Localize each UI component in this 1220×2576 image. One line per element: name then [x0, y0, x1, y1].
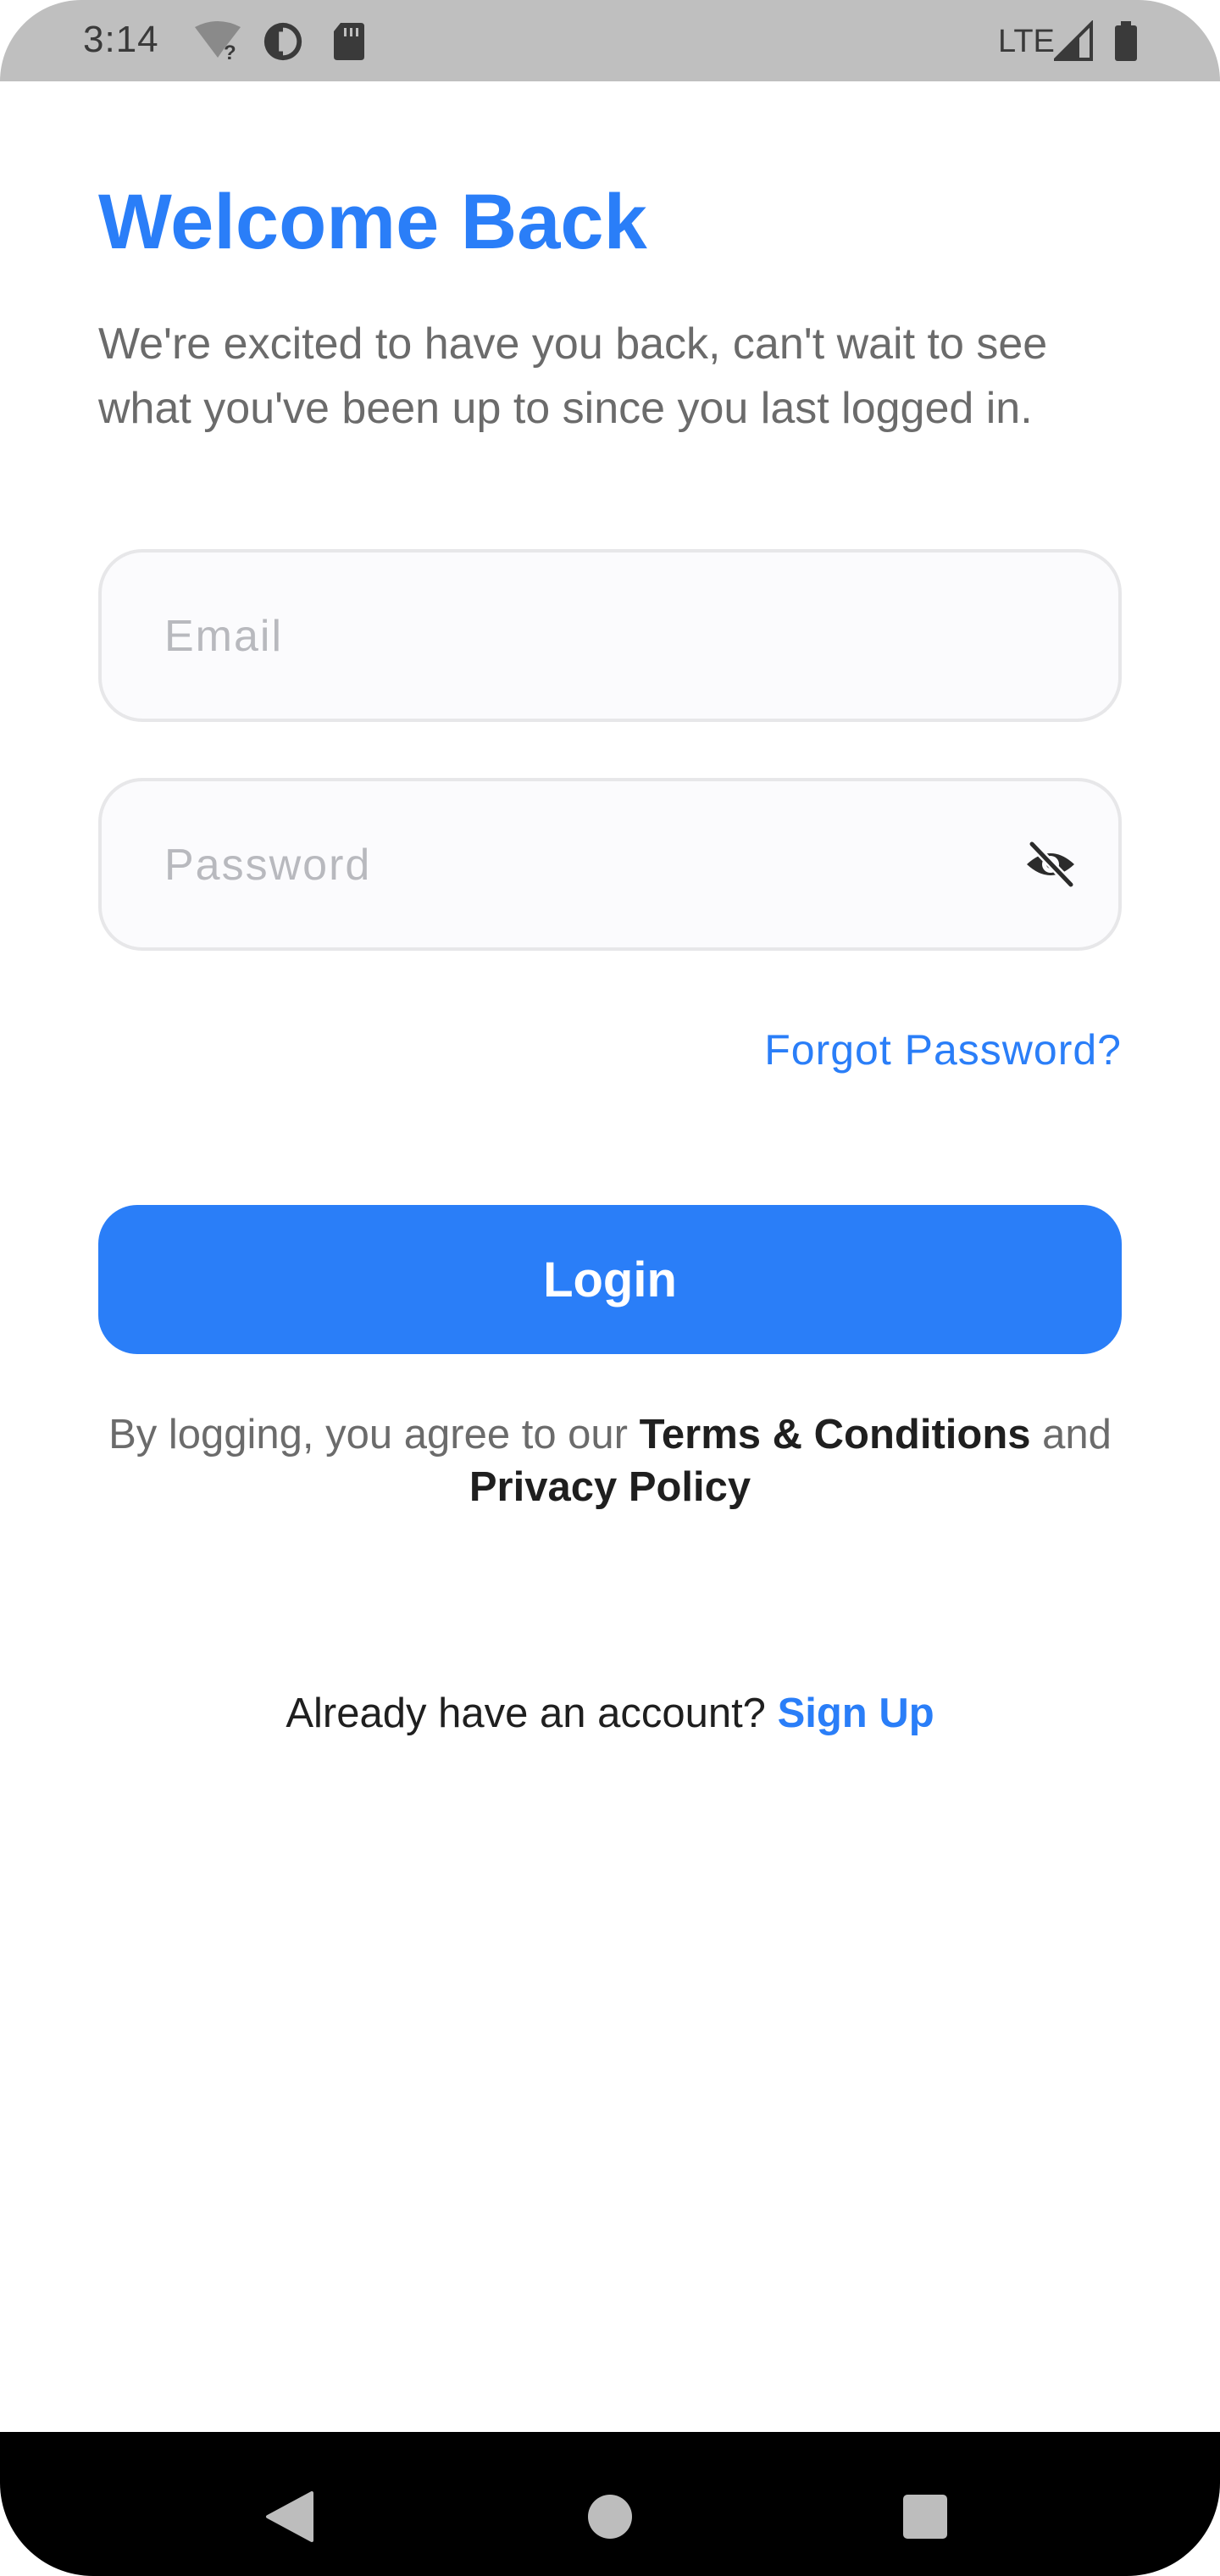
password-field-container	[98, 778, 1122, 951]
status-bar: 3:14 ? LTE	[0, 0, 1220, 81]
sign-up-link[interactable]: Sign Up	[778, 1690, 934, 1736]
page-subtitle: We're excited to have you back, can't wa…	[98, 319, 1048, 433]
status-time: 3:14	[83, 19, 159, 60]
sd-card-icon	[334, 23, 364, 60]
page-title: Welcome Back	[98, 179, 647, 265]
network-type: LTE	[998, 24, 1055, 59]
terms-conditions-link[interactable]: Terms & Conditions	[640, 1412, 1031, 1457]
login-screen: 3:14 ? LTE Welcome Back We're excited to…	[0, 0, 1220, 2576]
wifi-unknown-icon: ?	[195, 21, 241, 63]
terms-prefix: By logging, you agree to our	[108, 1412, 640, 1457]
recents-icon[interactable]	[874, 2432, 976, 2576]
privacy-policy-link[interactable]: Privacy Policy	[469, 1464, 751, 1510]
home-icon[interactable]	[559, 2432, 661, 2576]
email-field-container	[98, 549, 1122, 722]
signup-prompt: Already have an account? Sign Up	[0, 1690, 1220, 1737]
navigation-bar	[0, 2432, 1220, 2576]
password-field[interactable]	[163, 781, 1013, 949]
email-field[interactable]	[163, 552, 1013, 720]
signal-icon	[1054, 20, 1093, 61]
svg-text:?: ?	[224, 42, 236, 63]
terms-notice: By logging, you agree to our Terms & Con…	[0, 1408, 1220, 1513]
visibility-off-icon[interactable]	[1023, 839, 1078, 890]
terms-and: and	[1030, 1412, 1112, 1457]
login-button[interactable]: Login	[98, 1205, 1122, 1354]
forgot-password-link[interactable]: Forgot Password?	[764, 1025, 1122, 1074]
data-saver-icon	[263, 22, 302, 61]
battery-icon	[1115, 21, 1137, 61]
signup-prompt-text: Already have an account?	[286, 1690, 778, 1736]
back-icon[interactable]	[239, 2432, 341, 2576]
